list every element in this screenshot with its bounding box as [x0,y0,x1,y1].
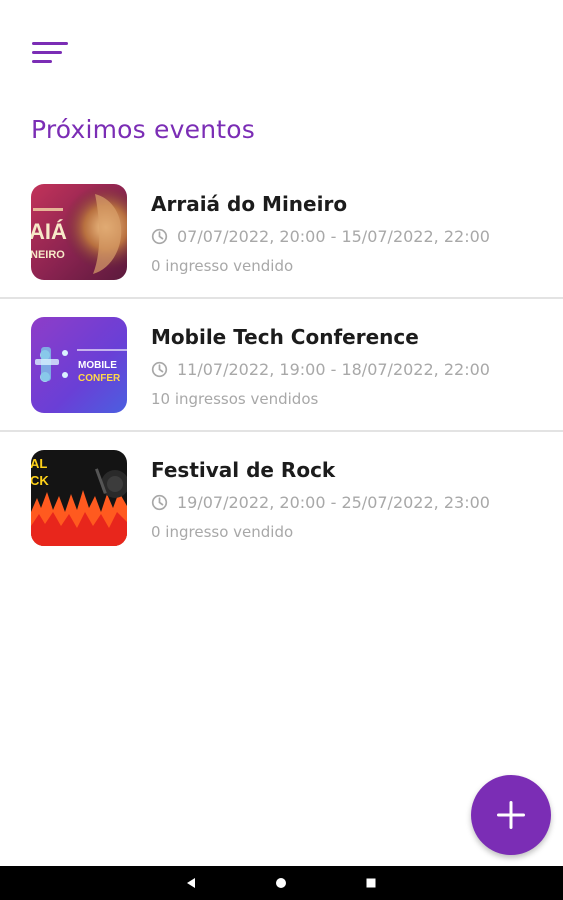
event-date-text: 19/07/2022, 20:00 - 25/07/2022, 23:00 [177,493,490,512]
thumb-text-1: MOBILE [78,360,117,371]
thumb-text-1: AIÁ [31,219,67,244]
event-date: 07/07/2022, 20:00 - 15/07/2022, 22:00 [151,227,490,246]
back-icon[interactable] [180,866,202,900]
add-event-button[interactable] [471,775,551,855]
event-tickets-sold: 0 ingresso vendido [151,257,294,275]
event-date-text: 07/07/2022, 20:00 - 15/07/2022, 22:00 [177,227,490,246]
clock-icon [151,228,168,245]
recents-icon[interactable] [360,866,382,900]
plus-icon [497,801,525,829]
menu-icon[interactable] [32,40,72,68]
clock-icon [151,494,168,511]
event-thumbnail: AIÁ NEIRO [31,184,127,280]
event-item-arraia[interactable]: AIÁ NEIRO Arraiá do Mineiro 07/07/2022, … [0,166,563,299]
event-tickets-sold: 0 ingresso vendido [151,523,294,541]
thumb-text-1: AL [31,456,47,471]
event-thumbnail: AL CK [31,450,127,546]
event-thumbnail: MOBILE CONFER [31,317,127,413]
event-date: 19/07/2022, 20:00 - 25/07/2022, 23:00 [151,493,490,512]
thumb-text-2: CONFER [78,373,121,384]
thumb-text-2: NEIRO [31,249,65,261]
event-item-mobile-tech[interactable]: MOBILE CONFER Mobile Tech Conference 11/… [0,299,563,432]
event-date-text: 11/07/2022, 19:00 - 18/07/2022, 22:00 [177,360,490,379]
event-list: AIÁ NEIRO Arraiá do Mineiro 07/07/2022, … [0,166,563,563]
thumb-text-2: CK [31,473,49,488]
clock-icon [151,361,168,378]
event-item-festival-rock[interactable]: AL CK Festival de Rock 19/07/2022, 20:00… [0,432,563,563]
page-title: Próximos eventos [31,115,255,144]
home-icon[interactable] [270,866,292,900]
event-name: Festival de Rock [151,458,336,482]
event-tickets-sold: 10 ingressos vendidos [151,390,319,408]
system-nav-bar [0,866,563,900]
event-date: 11/07/2022, 19:00 - 18/07/2022, 22:00 [151,360,490,379]
event-name: Arraiá do Mineiro [151,192,348,216]
event-name: Mobile Tech Conference [151,325,419,349]
